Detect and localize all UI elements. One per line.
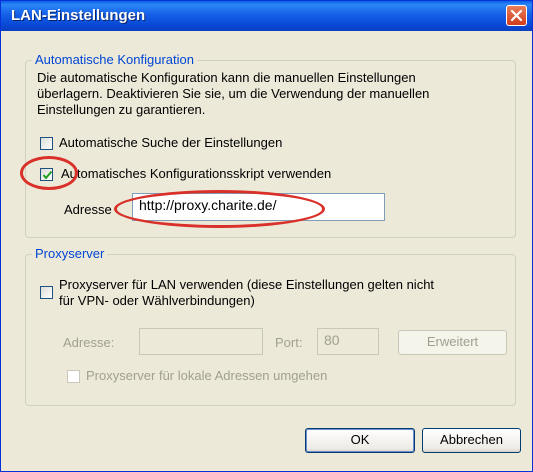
highlight-oval-checkbox [20,156,78,190]
use-proxy-checkbox[interactable] [40,286,53,299]
use-proxy-label-line-2[interactable]: für VPN- oder Wählverbindungen) [59,293,255,309]
bypass-local-checkbox[interactable] [67,370,80,383]
use-proxy-label-line-1[interactable]: Proxyserver für LAN verwenden (diese Ein… [59,277,434,293]
highlight-oval-address [114,190,325,228]
cancel-button[interactable]: Abbrechen [422,428,521,453]
auto-config-description-line-1: Die automatische Konfiguration kann die … [37,70,416,85]
close-icon [510,9,523,22]
ok-button[interactable]: OK [305,428,415,453]
bypass-local-label[interactable]: Proxyserver für lokale Adressen umgehen [86,368,327,384]
advanced-button[interactable]: Erweitert [398,330,507,355]
proxy-legend: Proxyserver [32,246,108,261]
lan-settings-dialog: LAN-Einstellungen Automatische Konfigura… [0,0,533,472]
auto-detect-checkbox[interactable] [40,137,53,150]
auto-detect-label[interactable]: Automatische Suche der Einstellungen [59,135,282,151]
auto-config-description-line-2: überlagern. Deaktivieren Sie sie, um die… [37,86,430,101]
proxy-port-label: Port: [275,335,303,350]
title-bar[interactable]: LAN-Einstellungen [1,1,532,31]
auto-config-legend: Automatische Konfiguration [32,52,197,67]
proxy-address-input[interactable] [139,328,263,355]
use-script-label[interactable]: Automatisches Konfigurationsskript verwe… [61,166,331,182]
window-title: LAN-Einstellungen [11,7,146,24]
close-button[interactable] [506,5,527,26]
proxy-port-input[interactable]: 80 [317,328,379,355]
script-address-label: Adresse [64,202,112,217]
auto-config-description-line-3: Einstellungen zu garantieren. [37,102,206,117]
proxy-address-label: Adresse: [63,335,115,350]
